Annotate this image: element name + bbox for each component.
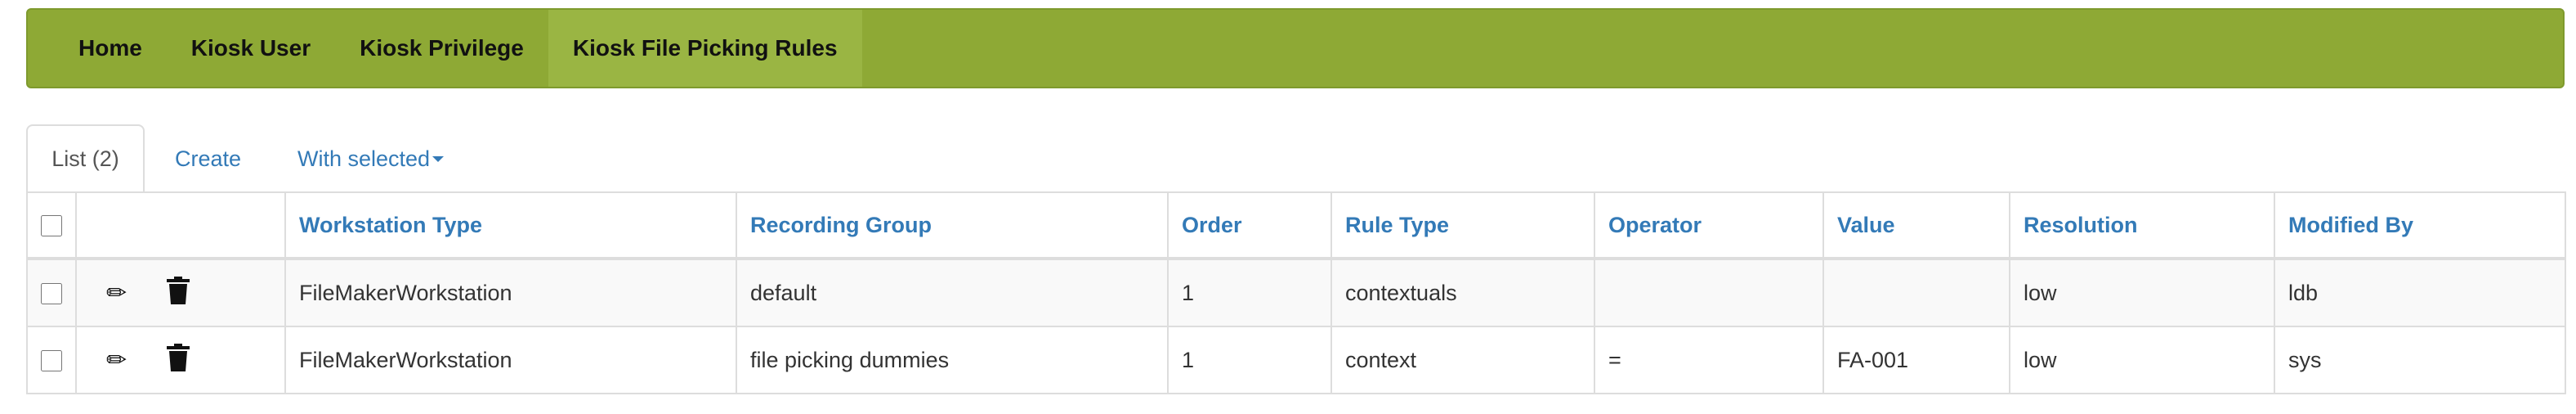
cell-recording-group: file picking dummies — [736, 326, 1169, 394]
rules-table: Workstation Type Recording Group Order R… — [26, 191, 2566, 394]
nav-kiosk-file-picking-rules[interactable]: Kiosk File Picking Rules — [548, 10, 862, 87]
table-row: ✏ FileMakerWorkstation file picking dumm… — [26, 326, 2566, 394]
cell-value: FA-001 — [1822, 326, 2010, 394]
cell-rule-type: contextuals — [1330, 258, 1595, 327]
column-header-workstation-type[interactable]: Workstation Type — [284, 191, 737, 260]
tab-create[interactable]: Create — [175, 124, 241, 193]
row-actions-cell: ✏ — [75, 326, 286, 394]
table-row: ✏ FileMakerWorkstation default 1 context… — [26, 258, 2566, 327]
row-checkbox[interactable] — [41, 283, 62, 305]
cell-rule-type: context — [1330, 326, 1595, 394]
cell-operator — [1594, 258, 1824, 327]
select-all-cell — [26, 191, 77, 260]
column-header-value[interactable]: Value — [1822, 191, 2010, 260]
column-header-modified-by[interactable]: Modified By — [2274, 191, 2566, 260]
row-select-cell — [26, 326, 77, 394]
cell-modified-by: sys — [2274, 326, 2566, 394]
row-actions-cell: ✏ — [75, 258, 286, 327]
column-header-recording-group[interactable]: Recording Group — [736, 191, 1169, 260]
column-header-order[interactable]: Order — [1167, 191, 1332, 260]
with-selected-label: With selected — [297, 146, 431, 171]
select-all-checkbox[interactable] — [41, 215, 62, 237]
top-navbar: Home Kiosk User Kiosk Privilege Kiosk Fi… — [26, 8, 2565, 88]
row-select-cell — [26, 258, 77, 327]
cell-order: 1 — [1167, 258, 1332, 327]
cell-workstation-type: FileMakerWorkstation — [284, 326, 737, 394]
pencil-icon[interactable]: ✏ — [106, 346, 134, 375]
cell-value — [1822, 258, 2010, 327]
cell-modified-by: ldb — [2274, 258, 2566, 327]
nav-kiosk-user[interactable]: Kiosk User — [167, 10, 335, 87]
table-header-row: Workstation Type Recording Group Order R… — [26, 191, 2566, 260]
nav-kiosk-privilege[interactable]: Kiosk Privilege — [335, 10, 548, 87]
actions-header — [75, 191, 286, 260]
cell-operator: = — [1594, 326, 1824, 394]
cell-resolution: low — [2009, 326, 2275, 394]
pencil-icon[interactable]: ✏ — [106, 279, 134, 308]
view-tabs: List (2) Create With selected — [26, 124, 2565, 193]
cell-recording-group: default — [736, 258, 1169, 327]
cell-workstation-type: FileMakerWorkstation — [284, 258, 737, 327]
tab-with-selected[interactable]: With selected — [297, 124, 445, 193]
column-header-resolution[interactable]: Resolution — [2009, 191, 2275, 260]
nav-home[interactable]: Home — [54, 10, 167, 87]
trash-icon[interactable] — [166, 343, 190, 377]
column-header-rule-type[interactable]: Rule Type — [1330, 191, 1595, 260]
column-header-operator[interactable]: Operator — [1594, 191, 1824, 260]
caret-down-icon — [432, 155, 445, 162]
cell-order: 1 — [1167, 326, 1332, 394]
cell-resolution: low — [2009, 258, 2275, 327]
tab-list[interactable]: List (2) — [26, 124, 145, 193]
row-checkbox[interactable] — [41, 350, 62, 372]
trash-icon[interactable] — [166, 276, 190, 310]
